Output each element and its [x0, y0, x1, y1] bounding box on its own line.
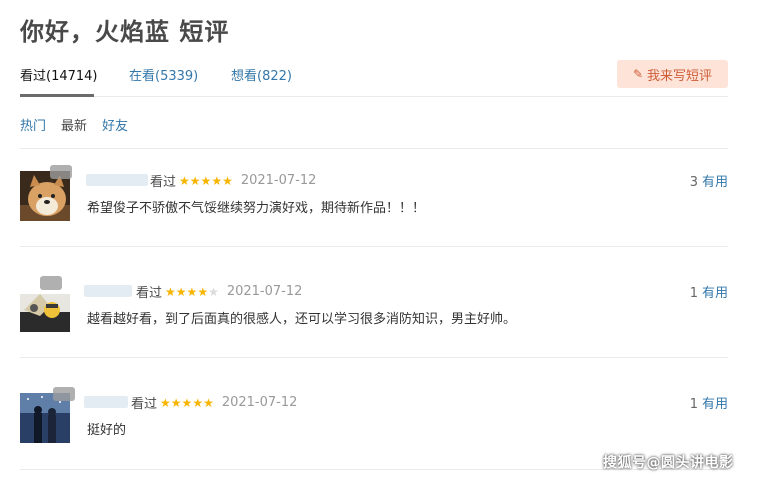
- review-item: 看过 ★ ★ ★ ★ ★ 2021-07-12 1 有用 挺好的: [20, 387, 728, 493]
- write-review-button[interactable]: ✎ 我来写短评: [617, 60, 728, 88]
- review-text: 挺好的: [87, 423, 127, 438]
- star-icon: ★: [203, 395, 214, 410]
- rating-stars: ★ ★ ★ ★ ★: [165, 286, 219, 298]
- star-icon: ★: [179, 173, 190, 188]
- page-title: 你好，火焰蓝 短评: [20, 18, 230, 46]
- star-icon: ★: [197, 284, 209, 299]
- useful-button[interactable]: 有用: [702, 175, 728, 190]
- useful-button[interactable]: 有用: [702, 286, 728, 301]
- vote-count: 3: [689, 175, 698, 190]
- filter-hot[interactable]: 热门: [20, 115, 46, 134]
- star-icon: ★: [192, 395, 204, 410]
- star-icon: ★: [170, 395, 182, 410]
- watched-status: 看过: [150, 175, 177, 190]
- star-icon: ★: [211, 173, 223, 188]
- filter-latest[interactable]: 最新: [61, 115, 87, 134]
- review-item: 看过 ★ ★ ★ ★ ★ 2021-07-12 1 有用 越看越好看，到了后面真的…: [20, 276, 728, 382]
- star-icon: ★: [186, 284, 198, 299]
- active-tab-indicator: [20, 94, 94, 97]
- star-icon: ★: [222, 173, 233, 188]
- divider: [20, 148, 728, 149]
- star-icon: ★: [189, 173, 201, 188]
- star-empty-icon: ★: [208, 284, 219, 299]
- vote-block: 3 有用: [690, 171, 728, 190]
- star-icon: ★: [160, 395, 171, 410]
- tab-want-to-watch[interactable]: 想看(822): [231, 65, 292, 84]
- star-icon: ★: [181, 395, 193, 410]
- star-icon: ★: [175, 284, 187, 299]
- divider: [20, 357, 728, 358]
- vote-count: 1: [689, 397, 698, 412]
- watched-status: 看过: [131, 397, 158, 412]
- star-icon: ★: [200, 173, 212, 188]
- rating-stars: ★ ★ ★ ★ ★: [179, 175, 233, 187]
- vote-block: 1 有用: [690, 282, 728, 301]
- write-review-label: 我来写短评: [647, 68, 713, 84]
- vote-block: 1 有用: [690, 393, 728, 412]
- pencil-icon: ✎: [632, 67, 644, 81]
- review-date: 2021-07-12: [226, 284, 303, 299]
- watermark: 搜狐号@圆头讲电影: [603, 455, 734, 471]
- vote-count: 1: [689, 286, 698, 301]
- filter-friends[interactable]: 好友: [102, 115, 128, 134]
- review-text: 希望俊子不骄傲不气馁继续努力演好戏，期待新作品！！！: [87, 201, 426, 216]
- rating-stars: ★ ★ ★ ★ ★: [160, 397, 214, 409]
- tab-watched[interactable]: 看过(14714): [20, 65, 98, 84]
- tab-watching[interactable]: 在看(5339): [129, 65, 198, 84]
- watched-status: 看过: [136, 286, 163, 301]
- review-date: 2021-07-12: [240, 173, 317, 188]
- review-text: 越看越好看，到了后面真的很感人，还可以学习很多消防知识，男主好帅。: [87, 312, 517, 327]
- review-item: 看过 ★ ★ ★ ★ ★ 2021-07-12 3 有用 希望俊子不骄傲不气馁继续…: [20, 165, 728, 271]
- useful-button[interactable]: 有用: [702, 397, 728, 412]
- username[interactable]: [84, 285, 132, 297]
- username[interactable]: [84, 396, 128, 408]
- star-icon: ★: [165, 284, 176, 299]
- divider: [20, 246, 728, 247]
- review-date: 2021-07-12: [221, 395, 298, 410]
- username[interactable]: [86, 174, 148, 186]
